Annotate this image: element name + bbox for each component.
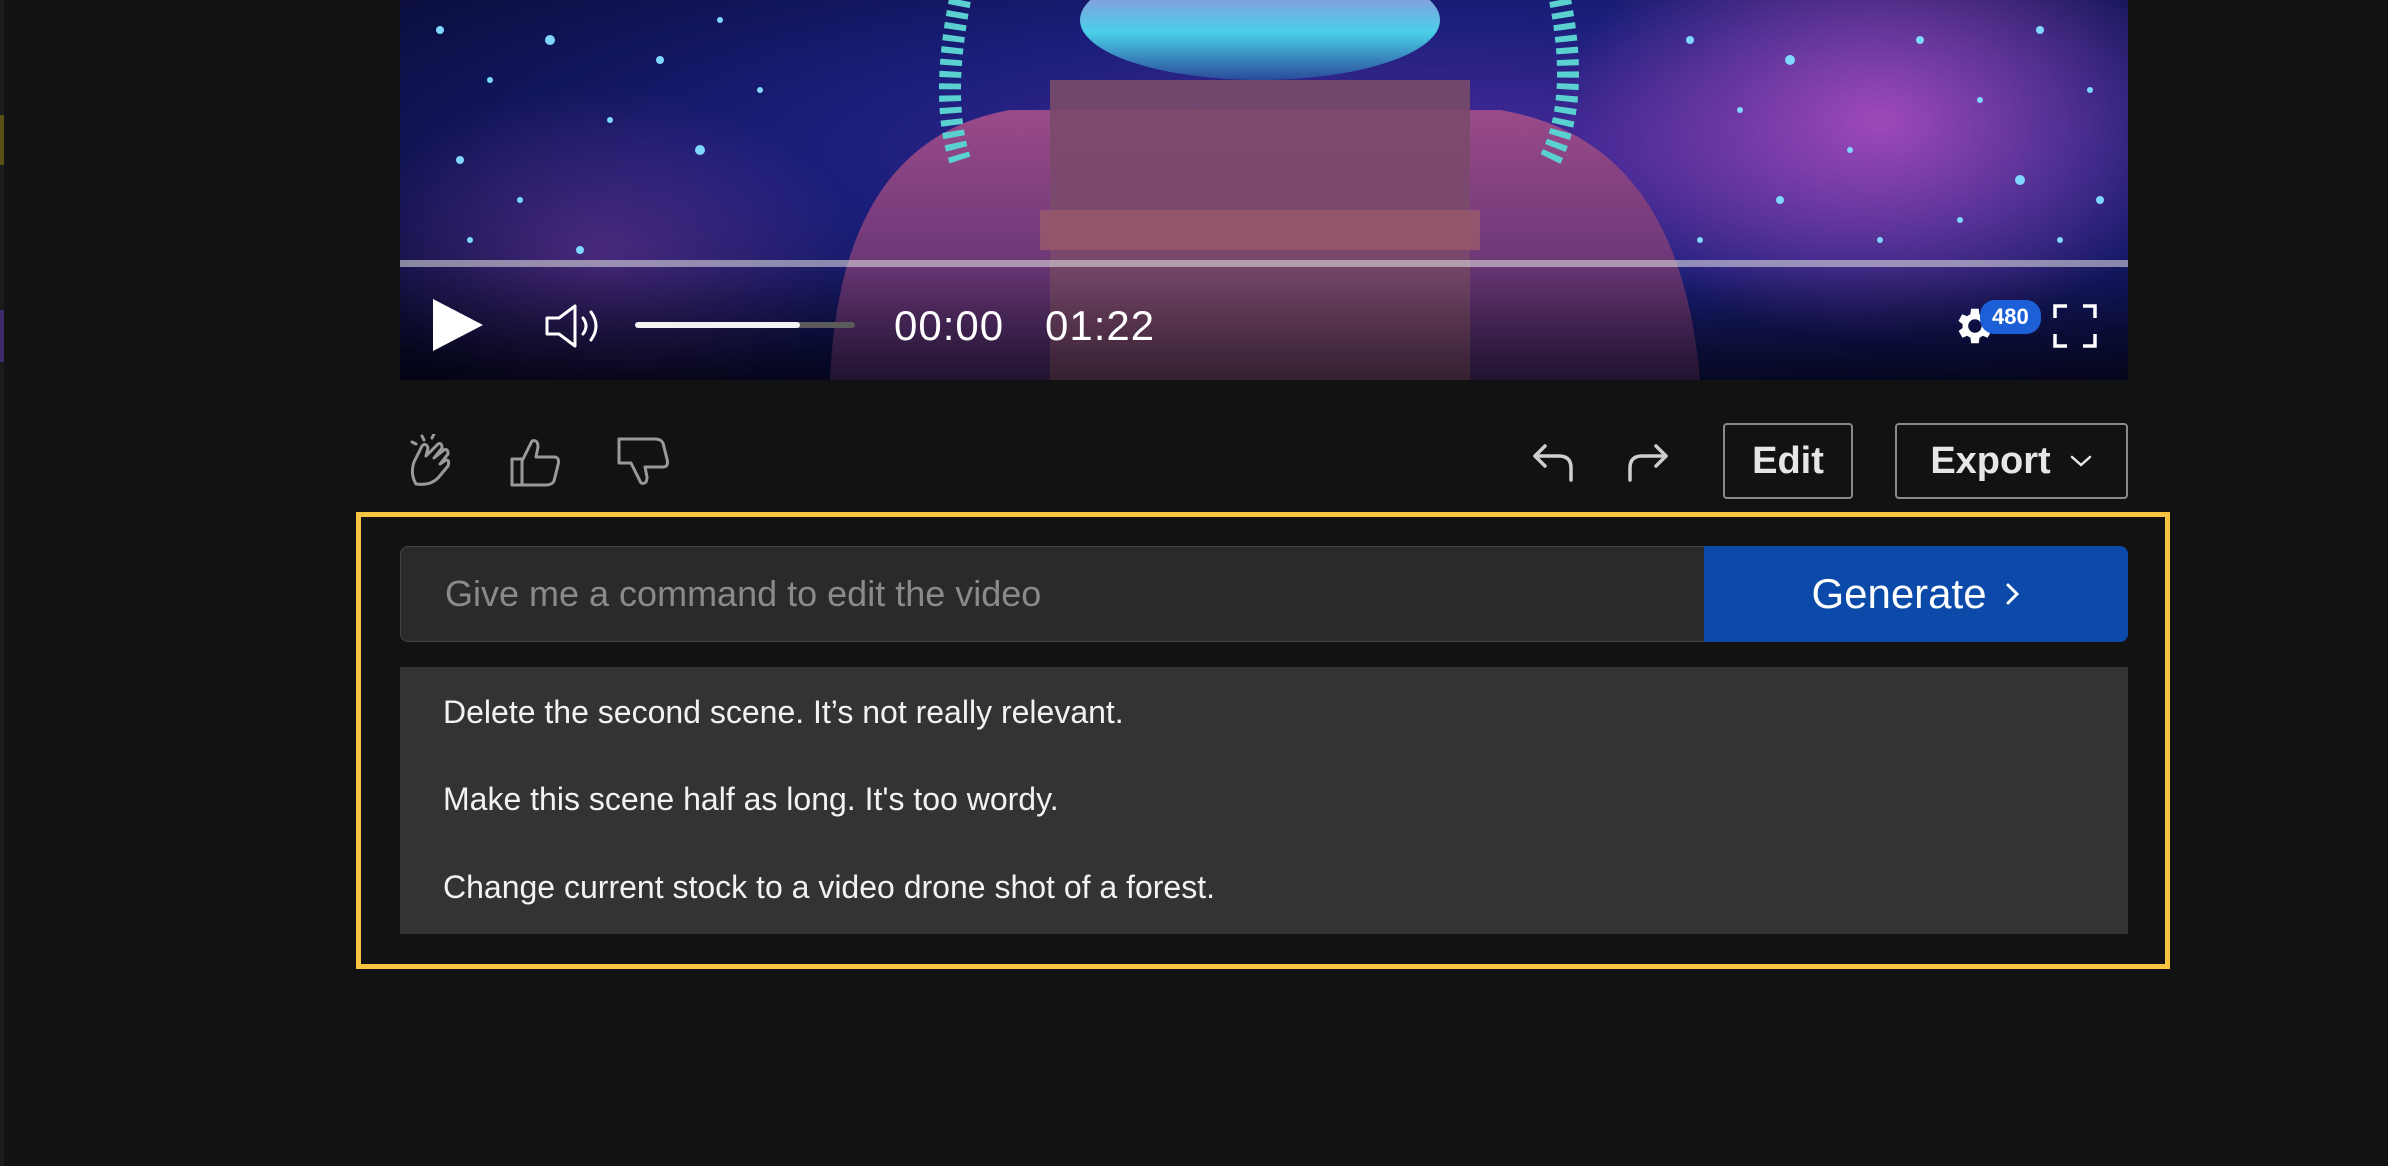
video-player[interactable]: 00:00 01:22 480	[400, 0, 2128, 380]
chevron-down-icon	[2070, 455, 2091, 467]
volume-button[interactable]	[540, 300, 610, 352]
export-button[interactable]: Export	[1895, 423, 2128, 499]
thumbs-up-icon	[510, 439, 560, 487]
redo-button[interactable]	[1614, 430, 1678, 494]
current-time: 00:00	[894, 302, 1005, 349]
command-bar: Generate	[400, 546, 2128, 642]
clapping-hands-icon	[410, 434, 451, 486]
redo-icon	[1628, 444, 1668, 482]
thumbs-down-icon	[617, 437, 669, 485]
suggestion-item[interactable]: Make this scene half as long. It's too w…	[443, 781, 1059, 818]
edit-button[interactable]: Edit	[1723, 423, 1853, 499]
command-input[interactable]	[400, 546, 1704, 642]
seek-bar[interactable]	[400, 260, 2128, 267]
generate-button[interactable]: Generate	[1704, 546, 2128, 642]
suggestion-list: Delete the second scene. It’s not really…	[400, 667, 2128, 934]
generate-label: Generate	[1811, 570, 1987, 617]
fullscreen-button[interactable]	[2045, 296, 2105, 356]
total-time: 01:22	[1045, 302, 1156, 349]
suggestion-item[interactable]: Change current stock to a video drone sh…	[443, 869, 1215, 906]
volume-icon	[545, 304, 598, 348]
thumbs-down-button[interactable]	[610, 430, 674, 494]
clap-button[interactable]	[400, 430, 464, 494]
undo-button[interactable]	[1523, 430, 1587, 494]
play-icon	[433, 299, 483, 351]
fullscreen-icon	[2053, 304, 2097, 348]
player-controls	[400, 260, 2128, 380]
left-edge-accent	[0, 115, 4, 165]
volume-slider[interactable]	[635, 322, 855, 328]
thumbs-up-button[interactable]	[503, 430, 567, 494]
undo-icon	[1533, 444, 1573, 482]
export-label: Export	[1930, 439, 2051, 482]
volume-slider-fill	[635, 322, 800, 328]
quality-badge[interactable]: 480	[1980, 300, 2041, 334]
chevron-right-icon	[2006, 583, 2019, 605]
left-edge-strip	[0, 0, 4, 1166]
left-edge-accent	[0, 310, 4, 362]
play-button[interactable]	[422, 295, 492, 355]
suggestion-item[interactable]: Delete the second scene. It’s not really…	[443, 694, 1124, 731]
